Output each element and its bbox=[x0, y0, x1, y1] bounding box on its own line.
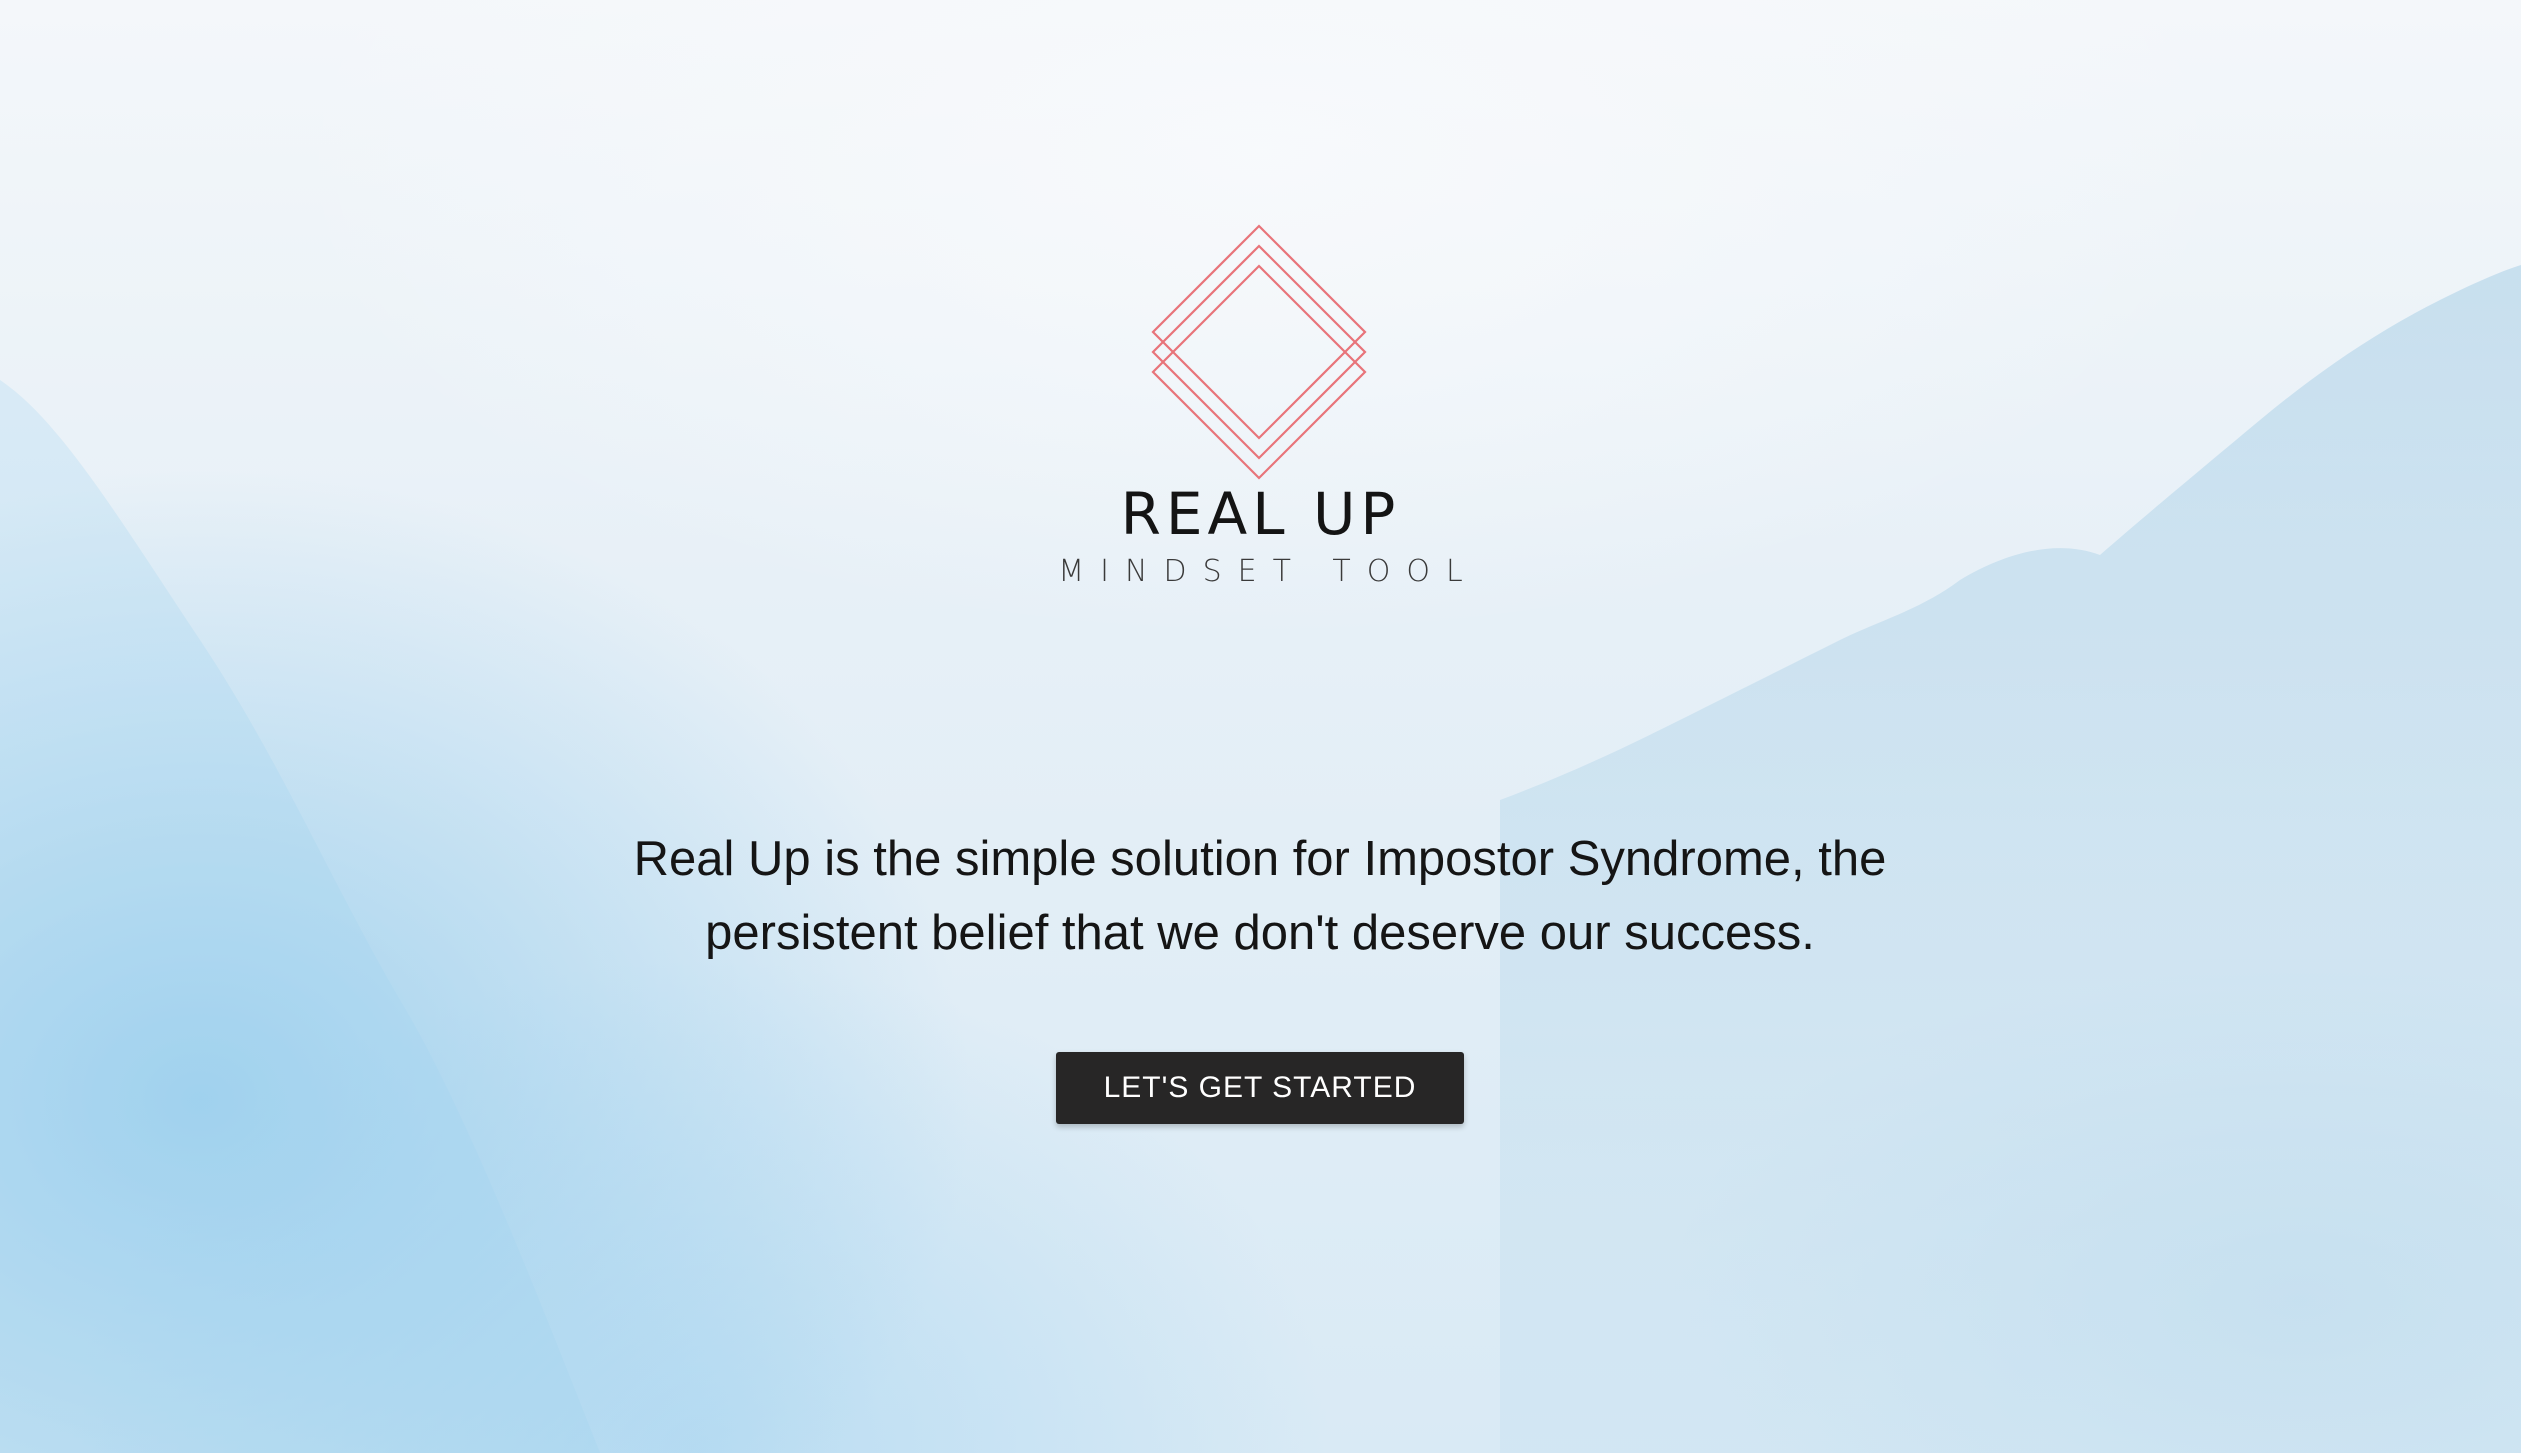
brand-title: REAL UP bbox=[1120, 480, 1401, 548]
watercolor-wash bbox=[0, 265, 2521, 1453]
get-started-button[interactable]: LET'S GET STARTED bbox=[1056, 1052, 1464, 1124]
logo-diamonds bbox=[1151, 224, 1367, 480]
brand-subtitle: MINDSET TOOL bbox=[1058, 554, 1479, 589]
watercolor-background bbox=[0, 0, 2521, 1453]
layered-diamond-logo-icon bbox=[1151, 224, 1367, 480]
hero-tagline: Real Up is the simple solution for Impos… bbox=[633, 832, 1887, 960]
